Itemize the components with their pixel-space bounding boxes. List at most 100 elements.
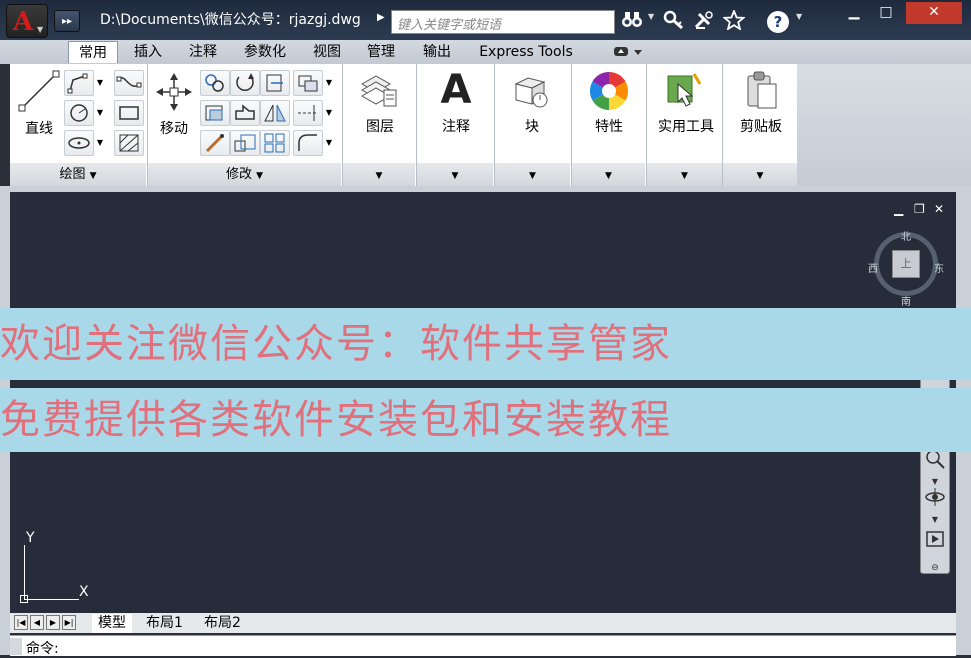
tab-express-tools[interactable]: Express Tools [470,41,582,63]
fillet-dropdown-icon[interactable]: ▼ [324,130,334,156]
next-layout-icon[interactable]: ▶ [46,615,60,630]
erase-dropdown-icon[interactable]: ▼ [324,70,334,96]
stretch-button[interactable] [230,100,260,126]
circle-button[interactable] [64,100,94,126]
layout-tab-1[interactable]: 布局1 [146,614,183,633]
draw-panel-label: 绘图 [59,167,86,182]
viewport-close-icon[interactable]: ✕ [934,202,944,216]
close-button[interactable]: ✕ [906,2,962,24]
clipboard-icon[interactable] [742,70,782,112]
ellipse-button[interactable] [64,130,94,156]
modify-panel-footer[interactable]: 修改 ▼ [148,163,341,186]
move-button[interactable]: 移动 [142,118,206,138]
tab-home[interactable]: 常用 [68,41,118,63]
compass-north-label[interactable]: 北 [901,228,911,243]
ribbon-minimize-toggle[interactable] [612,44,646,60]
polyline-dropdown-icon[interactable]: ▼ [95,70,105,96]
layers-panel-footer[interactable]: ▼ [343,163,415,186]
clipboard-panel-footer[interactable]: ▼ [723,163,797,186]
mirror-button[interactable] [200,100,230,126]
scale-button[interactable] [230,130,260,156]
hatch-button[interactable] [114,130,144,156]
help-dropdown-icon[interactable]: ▼ [796,12,802,21]
properties-button[interactable]: 特性 [577,116,641,136]
prev-layout-icon[interactable]: ◀ [30,615,44,630]
first-layout-icon[interactable]: |◀ [14,615,28,630]
utilities-button[interactable]: 实用工具 [650,116,722,136]
properties-panel-footer[interactable]: ▼ [572,163,645,186]
viewport-restore-icon[interactable]: ❐ [914,202,925,216]
search-input[interactable]: 键入关键字或短语 [391,10,615,34]
copy-button[interactable] [200,70,230,96]
tab-parametric[interactable]: 参数化 [234,41,296,63]
search-options-dropdown-icon[interactable]: ▼ [648,12,654,21]
trim-button[interactable] [260,70,290,96]
tab-view[interactable]: 视图 [304,41,350,63]
window-title: D:\Documents\微信公众号：rjazgj.dwg [100,12,361,28]
star-icon[interactable] [722,8,746,32]
quick-access-expand-button[interactable]: ▸▸ [54,10,80,32]
key-icon[interactable] [662,10,686,32]
application-menu-button[interactable]: A ▼ [6,4,48,38]
tab-annotate[interactable]: 注释 [180,41,226,63]
command-line-grip[interactable] [10,638,22,655]
layers-button[interactable]: 图层 [348,116,412,136]
command-line[interactable] [10,635,956,656]
binoculars-icon[interactable] [620,10,644,32]
circle-dropdown-icon[interactable]: ▼ [95,100,105,126]
tab-insert[interactable]: 插入 [125,41,171,63]
chevron-down-icon: ▼ [681,171,688,181]
last-layout-icon[interactable]: ▶| [62,615,76,630]
block-panel-footer[interactable]: ▼ [495,163,570,186]
layout-tab-model[interactable]: 模型 [92,614,132,633]
compass-west-label[interactable]: 西 [868,260,878,275]
mirror-triangle-button[interactable] [260,100,290,126]
showmotion-icon[interactable] [923,528,947,552]
navbar-options-icon[interactable]: ⊖ [923,556,947,580]
extend-button[interactable] [293,100,323,126]
rotate-button[interactable] [230,70,260,96]
autocad-logo-icon: A [13,7,34,37]
polyline-button[interactable] [64,70,94,96]
line-button[interactable]: 直线 [7,118,71,138]
utilities-panel-footer[interactable]: ▼ [647,163,722,186]
title-expand-icon[interactable]: ▶ [377,12,385,23]
annotation-button[interactable]: 注释 [424,116,488,136]
help-icon[interactable]: ? [767,11,789,33]
color-wheel-icon[interactable] [588,70,630,112]
annotation-panel-footer[interactable]: ▼ [417,163,493,186]
draw-panel-footer[interactable]: 绘图 ▼ [10,163,146,186]
compass-south-label[interactable]: 南 [901,293,911,308]
modify-panel-label: 修改 [225,167,252,182]
minimize-button[interactable]: ▁ [840,2,868,24]
clipboard-button[interactable]: 剪贴板 [729,116,793,136]
chevron-down-icon: ▼ [451,171,459,181]
array-button[interactable] [260,130,290,156]
text-a-icon[interactable]: A [436,70,476,110]
promo-banner-line-2: 免费提供各类软件安装包和安装教程 [0,388,971,452]
utilities-icon[interactable] [664,70,706,112]
tab-manage[interactable]: 管理 [358,41,404,63]
spline-button[interactable] [114,70,144,96]
extend-dropdown-icon[interactable]: ▼ [324,100,334,126]
fillet-button[interactable] [293,130,323,156]
ellipse-dropdown-icon[interactable]: ▼ [95,130,105,156]
layout-tab-2[interactable]: 布局2 [204,614,241,633]
orbit-icon[interactable] [923,486,947,510]
maximize-button[interactable]: □ [872,2,900,24]
block-button[interactable]: 块 [500,116,564,136]
line-icon[interactable] [18,70,60,112]
satellite-icon[interactable] [692,10,716,32]
compass-east-label[interactable]: 东 [934,260,944,275]
rectangle-button[interactable] [114,100,144,126]
move-icon[interactable] [156,72,192,112]
viewport-minimize-icon[interactable]: ▁ [894,202,903,216]
layers-icon[interactable] [358,70,400,110]
block-icon[interactable] [510,72,554,112]
brush-button[interactable] [200,130,230,156]
tab-output[interactable]: 输出 [414,41,460,63]
erase-button[interactable] [293,70,323,96]
viewcube-top-face[interactable]: 上 [892,250,920,278]
ucs-x-axis [24,599,79,600]
promo-banner-line-1: 欢迎关注微信公众号：软件共享管家 [0,308,971,380]
